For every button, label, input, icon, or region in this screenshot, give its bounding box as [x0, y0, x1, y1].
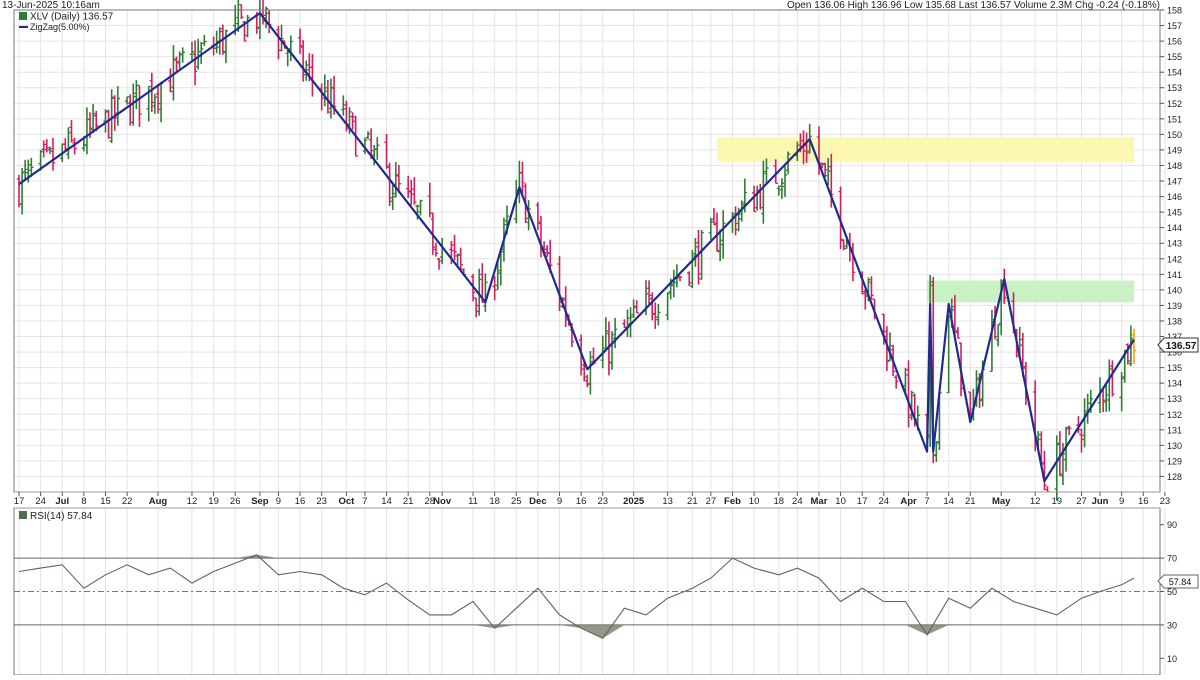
x-tick-label: 23 — [597, 496, 608, 507]
x-tick-label: 24 — [879, 496, 890, 507]
price-tick-label: 147 — [1167, 177, 1182, 187]
header-stats: Open 136.06 High 136.96 Low 135.68 Last … — [787, 0, 1160, 11]
price-tick-label: 158 — [1167, 6, 1182, 16]
x-tick-label: Jul — [55, 496, 69, 507]
x-tick-label: 21 — [687, 496, 698, 507]
x-tick-label: 27 — [1076, 496, 1087, 507]
last-rsi-tag: 57.84 — [1157, 574, 1199, 589]
x-tick-label: 16 — [1138, 496, 1149, 507]
x-tick-label: Sep — [251, 496, 269, 507]
x-tick-label: 25 — [511, 496, 522, 507]
chart-stage: 128 129 130 131 132 133 134 135 136 137 138 139 140 1… — [0, 0, 1200, 676]
price-tick-label: 130 — [1167, 441, 1182, 451]
x-tick-label: 14 — [943, 496, 954, 507]
x-tick-label: Aug — [149, 496, 168, 507]
price-tick-label: 129 — [1167, 456, 1182, 466]
x-tick-label: Dec — [529, 496, 546, 507]
x-tick-label: 24 — [792, 496, 803, 507]
rsi-legend: RSI(14) 57.84 — [19, 511, 93, 522]
price-tick-label: 149 — [1167, 145, 1182, 155]
x-tick-label: Nov — [433, 496, 452, 507]
price-tick-label: 138 — [1167, 316, 1182, 326]
rsi-tick-label: 30 — [1167, 620, 1177, 630]
x-tick-label: 19 — [1051, 496, 1062, 507]
last-price-label: 136.57 — [1166, 341, 1197, 352]
price-tick-label: 135 — [1167, 363, 1182, 373]
x-tick-label: 27 — [706, 496, 717, 507]
price-tick-label: 140 — [1167, 285, 1182, 295]
x-tick-label: 21 — [965, 496, 976, 507]
x-tick-label: 23 — [1160, 496, 1171, 507]
x-tick-label: Mar — [811, 496, 828, 507]
last-price-tag: 136.57 — [1157, 337, 1199, 353]
price-tick-label: 132 — [1167, 410, 1182, 420]
price-tick-label: 157 — [1167, 21, 1182, 31]
x-tick-label: Apr — [900, 496, 917, 507]
x-tick-label: 16 — [576, 496, 587, 507]
price-tick-label: 145 — [1167, 208, 1182, 218]
support-zone — [927, 280, 1134, 303]
price-tick-label: 143 — [1167, 239, 1182, 249]
x-tick-label: 8 — [81, 496, 86, 507]
price-tick-label: 128 — [1167, 472, 1182, 482]
x-tick-label: 11 — [468, 496, 478, 507]
x-tick-label: 9 — [1119, 496, 1124, 507]
x-tick-label: 26 — [230, 496, 241, 507]
x-tick-label: 22 — [122, 496, 133, 507]
x-tick-label: 13 — [662, 496, 673, 507]
price-tick-label: 146 — [1167, 192, 1182, 202]
x-tick-label: 2025 — [623, 496, 645, 507]
rsi-legend-label: RSI(14) 57.84 — [30, 511, 93, 522]
x-tick-label: 15 — [100, 496, 111, 507]
x-tick-label: 23 — [316, 496, 327, 507]
rsi-tick-label: 90 — [1167, 520, 1177, 530]
x-tick-label: 9 — [557, 496, 562, 507]
x-tick-label: 16 — [295, 496, 306, 507]
resistance-zone — [717, 137, 1134, 163]
price-tick-label: 144 — [1167, 223, 1182, 233]
price-tick-label: 131 — [1167, 425, 1182, 435]
price-tick-label: 148 — [1167, 161, 1182, 171]
x-tick-label: 21 — [403, 496, 414, 507]
x-tick-label: Feb — [724, 496, 741, 507]
price-tick-label: 142 — [1167, 254, 1182, 264]
legend-symbol: XLV (Daily) 136.57 — [30, 12, 114, 23]
price-tick-label: 133 — [1167, 394, 1182, 404]
price-tick-label: 151 — [1167, 114, 1182, 124]
x-tick-label: 17 — [857, 496, 868, 507]
price-tick-label: 150 — [1167, 130, 1182, 140]
x-tick-label: 17 — [14, 496, 25, 507]
x-tick-label: 9 — [276, 496, 281, 507]
x-tick-label: 18 — [489, 496, 500, 507]
x-tick-label: 19 — [208, 496, 219, 507]
rsi-tick-label: 10 — [1167, 654, 1177, 664]
x-tick-label: 10 — [749, 496, 760, 507]
legend-zigzag: ZigZag(5.00%) — [30, 22, 90, 32]
price-tick-label: 141 — [1167, 270, 1182, 280]
price-tick-label: 156 — [1167, 37, 1182, 47]
price-tick-label: 139 — [1167, 301, 1182, 311]
x-tick-label: 18 — [774, 496, 785, 507]
x-tick-label: May — [992, 496, 1011, 507]
rsi-tick-label: 70 — [1167, 554, 1177, 564]
x-tick-label: 12 — [187, 496, 198, 507]
price-tick-label: 134 — [1167, 379, 1182, 389]
x-tick-label: 7 — [362, 496, 367, 507]
price-tick-label: 152 — [1167, 99, 1182, 109]
x-tick-label: 14 — [381, 496, 392, 507]
header-datetime: 13-Jun-2025 10:16am — [2, 0, 100, 11]
price-tick-label: 154 — [1167, 68, 1182, 78]
x-tick-label: 10 — [835, 496, 846, 507]
x-tick-label: 12 — [1030, 496, 1041, 507]
x-tick-label: Jun — [1092, 496, 1109, 507]
price-tick-label: 153 — [1167, 83, 1182, 93]
x-tick-label: Oct — [338, 496, 355, 507]
stock-chart: 1281291301311321331341351361371381391401… — [0, 0, 1200, 676]
x-tick-label: 24 — [35, 496, 46, 507]
x-tick-label: 7 — [924, 496, 929, 507]
last-rsi-label: 57.84 — [1169, 577, 1192, 587]
price-tick-label: 155 — [1167, 52, 1182, 62]
